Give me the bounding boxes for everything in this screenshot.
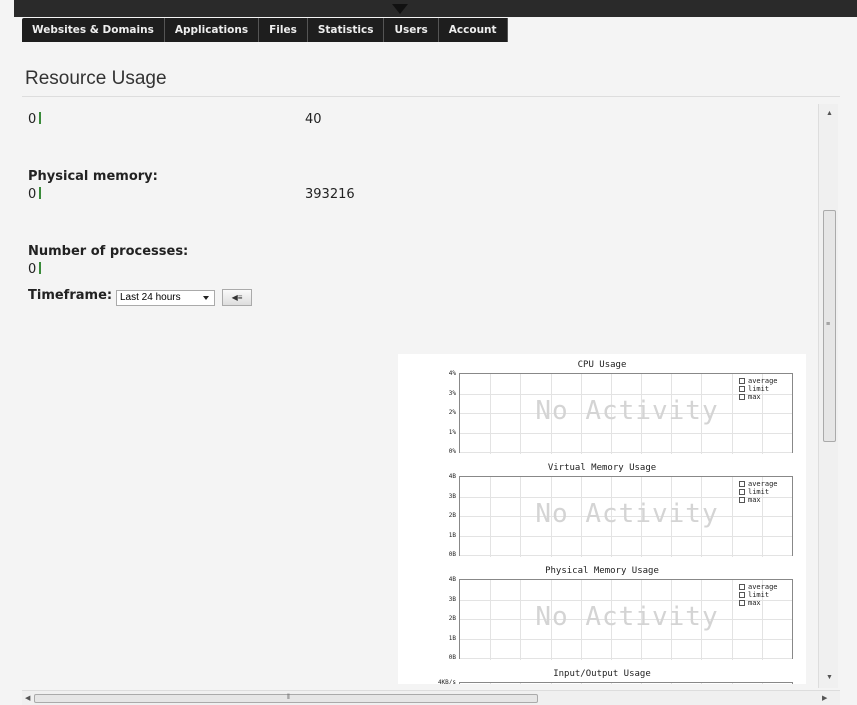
checkbox-icon[interactable] [739, 489, 745, 495]
main-tabs: Websites & Domains Applications Files St… [22, 18, 508, 42]
checkbox-icon[interactable] [739, 481, 745, 487]
scroll-grip-icon: ‖ [287, 694, 290, 701]
timeframe-selected-value: Last 24 hours [120, 292, 181, 303]
timeframe-refresh-button[interactable]: ◀≡ [222, 289, 252, 306]
checkbox-icon[interactable] [739, 394, 745, 400]
legend-label: limit [748, 591, 770, 599]
scroll-left-icon[interactable]: ◀ [25, 694, 30, 702]
y-axis-tick-label: 0B [448, 551, 456, 558]
refresh-icon: ◀≡ [231, 293, 243, 302]
processes-bar [39, 262, 42, 274]
physical-memory-label: Physical memory: [28, 169, 158, 184]
legend-label: average [748, 583, 778, 591]
timeframe-select[interactable]: Last 24 hours [116, 290, 215, 306]
y-axis-tick-label: 4B [448, 576, 456, 583]
legend-item[interactable]: average [739, 480, 778, 488]
y-axis-tick-label: 0B [448, 654, 456, 661]
chart-plot-area: No Activity average limit max [459, 373, 793, 454]
checkbox-icon[interactable] [739, 592, 745, 598]
y-axis-tick-label: 1% [448, 429, 456, 436]
y-axis-tick-label: 3B [448, 596, 456, 603]
y-axis-tick-label: 1B [448, 635, 456, 642]
y-axis-tick-label: 1B [448, 532, 456, 539]
checkbox-icon[interactable] [739, 600, 745, 606]
checkbox-icon[interactable] [739, 386, 745, 392]
cpu-usage-bar [39, 112, 42, 124]
cpu-usage-min: 0 [28, 112, 42, 127]
y-axis-tick-label: 3% [448, 390, 456, 397]
chart-legend: average limit max [739, 377, 778, 401]
y-axis-tick-label: 4% [448, 370, 456, 377]
legend-item[interactable]: limit [739, 488, 778, 496]
usage-charts: CPU Usage No Activity average limit max 4% 3% 2… [398, 354, 806, 684]
chart-plot-area: No Activity average limit max [459, 476, 793, 557]
y-axis-tick-label: 4B [448, 473, 456, 480]
checkbox-icon[interactable] [739, 584, 745, 590]
horizontal-scrollbar[interactable]: ◀ ‖ ▶ [22, 690, 840, 705]
physical-memory-min: 0 [28, 187, 42, 202]
top-bar-background [14, 0, 857, 17]
physical-memory-max: 393216 [305, 187, 355, 202]
vertical-scrollbar[interactable]: ▲ ≡ ▼ [818, 104, 838, 688]
chart-legend: average limit max [739, 480, 778, 504]
y-axis-tick-label: 2% [448, 409, 456, 416]
chart-plot-area: average [459, 682, 793, 684]
checkbox-icon[interactable] [739, 378, 745, 384]
active-pointer-icon [392, 4, 408, 14]
legend-label: limit [748, 488, 770, 496]
legend-label: max [748, 393, 761, 401]
chart-title: Virtual Memory Usage [547, 463, 657, 473]
y-axis-tick-label: 4KB/s [437, 679, 456, 684]
chart-title: Input/Output Usage [553, 669, 651, 679]
horizontal-scroll-thumb[interactable]: ‖ [34, 694, 538, 703]
tab-websites-domains[interactable]: Websites & Domains [22, 18, 165, 42]
cpu-usage-max: 40 [305, 112, 322, 127]
legend-label: average [748, 480, 778, 488]
timeframe-label: Timeframe: [28, 288, 113, 303]
physical-memory-min-value: 0 [28, 187, 37, 202]
top-navigation: Websites & Domains Applications Files St… [0, 0, 857, 44]
chart-title: Physical Memory Usage [545, 566, 659, 576]
checkbox-icon[interactable] [739, 497, 745, 503]
processes-min-value: 0 [28, 262, 37, 277]
legend-item[interactable]: max [739, 393, 778, 401]
processes-min: 0 [28, 262, 42, 277]
legend-label: average [748, 377, 778, 385]
cpu-min-value: 0 [28, 112, 37, 127]
legend-label: limit [748, 385, 770, 393]
chart-grid [490, 683, 763, 684]
y-axis-tick-label: 3B [448, 493, 456, 500]
legend-item[interactable]: average [739, 583, 778, 591]
tab-files[interactable]: Files [259, 18, 308, 42]
scroll-down-icon[interactable]: ▼ [826, 674, 833, 681]
chart-legend: average limit max [739, 583, 778, 607]
legend-item[interactable]: limit [739, 591, 778, 599]
title-divider [22, 96, 840, 97]
y-axis-tick-label: 2B [448, 615, 456, 622]
legend-item[interactable]: average [739, 377, 778, 385]
tab-applications[interactable]: Applications [164, 18, 260, 42]
legend-item[interactable]: limit [739, 385, 778, 393]
processes-label: Number of processes: [28, 244, 189, 259]
y-axis-tick-label: 2B [448, 512, 456, 519]
tab-users[interactable]: Users [384, 18, 439, 42]
legend-item[interactable]: max [739, 496, 778, 504]
chart-title: CPU Usage [577, 360, 627, 370]
chevron-down-icon [203, 296, 209, 300]
tab-account[interactable]: Account [438, 18, 508, 42]
chart-plot-area: No Activity average limit max [459, 579, 793, 660]
page-title: Resource Usage [25, 68, 167, 89]
physical-memory-bar [39, 187, 42, 199]
tab-statistics[interactable]: Statistics [307, 18, 385, 42]
legend-label: max [748, 496, 761, 504]
legend-label: max [748, 599, 761, 607]
legend-item[interactable]: max [739, 599, 778, 607]
scroll-up-icon[interactable]: ▲ [826, 110, 833, 117]
scroll-right-icon[interactable]: ▶ [822, 694, 827, 702]
scroll-grip-icon: ≡ [826, 321, 831, 328]
resource-usage-panel: 0 40 Physical memory: 0 393216 Number of… [22, 104, 818, 684]
y-axis-tick-label: 0% [448, 448, 456, 455]
